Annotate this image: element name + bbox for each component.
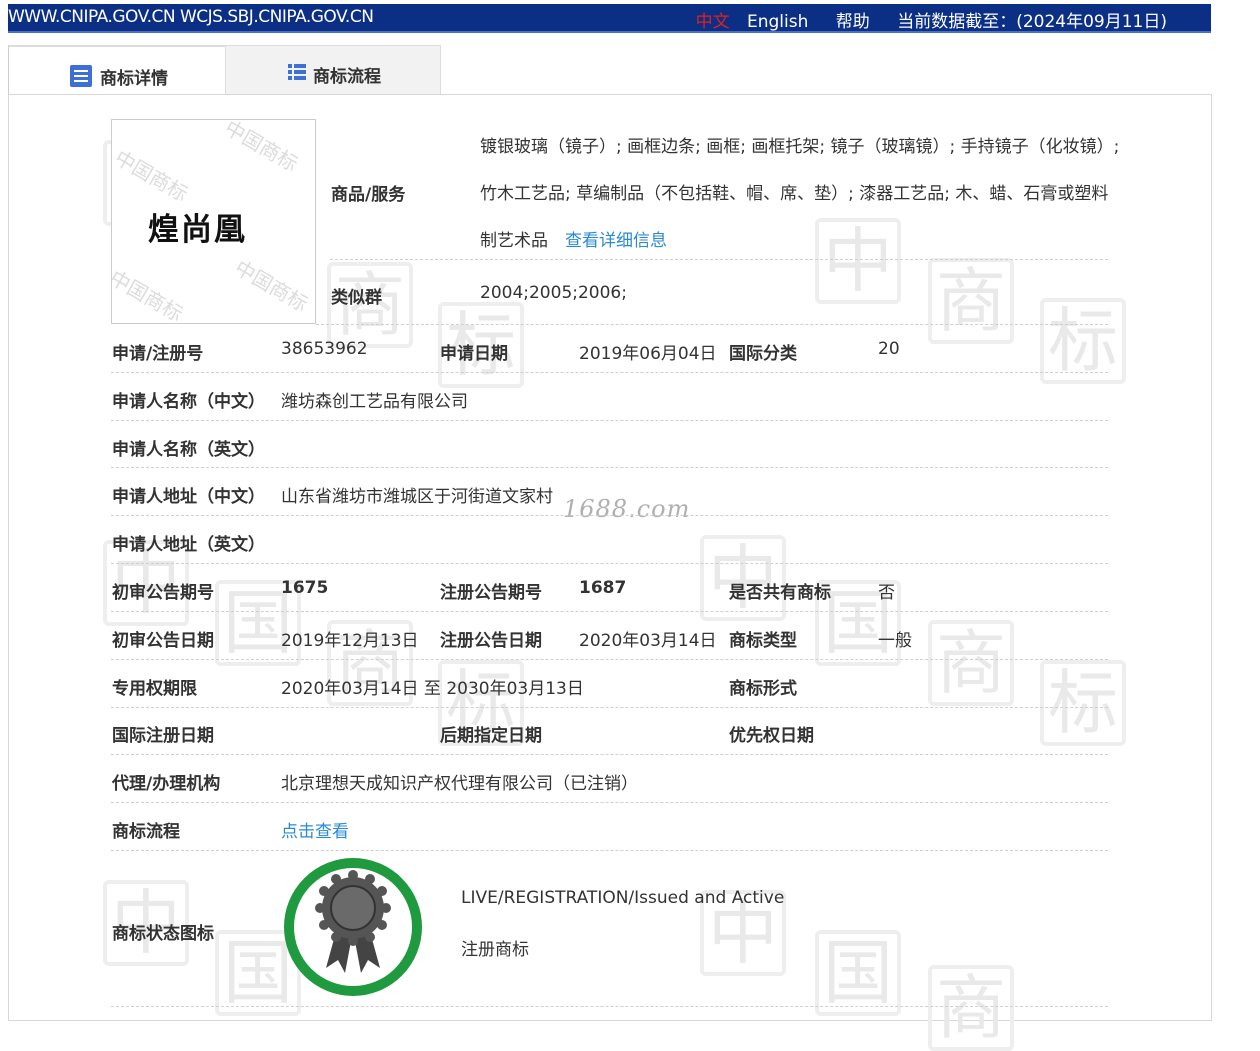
- data-as-of: 当前数据截至：(2024年09月11日): [897, 12, 1167, 32]
- divider: [111, 467, 1108, 468]
- similar-group-label: 类似群: [331, 288, 382, 308]
- divider: [111, 659, 1108, 660]
- site-watermark: 1688.com: [563, 495, 691, 523]
- goods-line-1: 镀银玻璃（镜子）; 画框边条; 画框; 画框托架; 镜子（玻璃镜）; 手持镜子（…: [480, 137, 1120, 157]
- status-cn: 注册商标: [461, 940, 529, 960]
- type-value: 一般: [878, 631, 912, 651]
- divider: [111, 754, 1108, 755]
- prelim-issue-label: 初审公告期号: [112, 583, 214, 603]
- tab-label: 商标流程: [313, 67, 381, 87]
- similar-group-value: 2004;2005;2006;: [480, 283, 627, 303]
- apply-date-label: 申请日期: [440, 344, 508, 364]
- tab-label: 商标详情: [100, 69, 168, 89]
- tab-trademark-detail[interactable]: 商标详情: [8, 45, 226, 95]
- help-link[interactable]: 帮助: [836, 12, 870, 32]
- shared-value: 否: [878, 583, 895, 603]
- later-designation-label: 后期指定日期: [440, 726, 542, 746]
- divider: [111, 515, 1108, 516]
- prelim-date-label: 初审公告日期: [112, 631, 214, 651]
- list-icon: [288, 64, 306, 80]
- top-bar: WWW.CNIPA.GOV.CN WCJS.SBJ.CNIPA.GOV.CN 中…: [8, 4, 1211, 33]
- status-en: LIVE/REGISTRATION/Issued and Active: [461, 888, 785, 908]
- divider: [111, 802, 1108, 803]
- applicant-cn-value: 潍坊森创工艺品有限公司: [281, 392, 468, 412]
- reg-date-value: 2020年03月14日: [579, 631, 717, 651]
- divider: [111, 611, 1108, 612]
- reg-no-value: 38653962: [281, 339, 368, 359]
- reg-issue-value: 1687: [579, 578, 627, 598]
- reg-date-label: 注册公告日期: [440, 631, 542, 651]
- lang-chinese-link[interactable]: 中文: [696, 12, 730, 32]
- agent-value: 北京理想天成知识产权代理有限公司（已注销）: [281, 774, 638, 794]
- prelim-issue-value: 1675: [281, 578, 329, 598]
- divider: [111, 850, 1108, 851]
- tab-trademark-process[interactable]: 商标流程: [225, 45, 441, 95]
- priority-label: 优先权日期: [729, 726, 814, 746]
- divider: [330, 259, 1108, 260]
- goods-line-2: 竹木工艺品; 草编制品（不包括鞋、帽、席、垫）; 漆器工艺品; 木、蜡、石膏或塑…: [480, 184, 1109, 204]
- reg-issue-label: 注册公告期号: [440, 583, 542, 603]
- shared-label: 是否共有商标: [729, 583, 831, 603]
- intl-reg-date-label: 国际注册日期: [112, 726, 214, 746]
- divider: [111, 1006, 1108, 1007]
- lang-english-link[interactable]: English: [747, 12, 808, 32]
- process-label: 商标流程: [112, 822, 180, 842]
- status-label: 商标状态图标: [112, 924, 214, 944]
- applicant-en-label: 申请人名称（英文）: [112, 440, 265, 460]
- reg-no-label: 申请/注册号: [112, 344, 204, 364]
- trademark-text: 煌尚凰: [148, 212, 247, 248]
- intl-class-label: 国际分类: [729, 344, 797, 364]
- exclusive-label: 专用权期限: [112, 679, 197, 699]
- site-domains: WWW.CNIPA.GOV.CN WCJS.SBJ.CNIPA.GOV.CN: [8, 7, 374, 27]
- goods-label: 商品/服务: [331, 185, 406, 205]
- list-detail-icon: [70, 65, 92, 87]
- intl-class-value: 20: [878, 339, 900, 359]
- divider: [111, 372, 1108, 373]
- divider: [316, 324, 1108, 325]
- type-label: 商标类型: [729, 631, 797, 651]
- registered-seal-icon: [284, 858, 422, 996]
- prelim-date-value: 2019年12月13日: [281, 631, 419, 651]
- applicant-cn-label: 申请人名称（中文）: [112, 392, 265, 412]
- process-view-link[interactable]: 点击查看: [281, 817, 349, 842]
- apply-date-value: 2019年06月04日: [579, 344, 717, 364]
- exclusive-value: 2020年03月14日 至 2030年03月13日: [281, 679, 584, 699]
- top-links: 中文 English 帮助 当前数据截至：(2024年09月11日): [676, 7, 1167, 32]
- view-detail-link[interactable]: 查看详细信息: [565, 226, 667, 251]
- form-label: 商标形式: [729, 679, 797, 699]
- address-en-label: 申请人地址（英文）: [112, 535, 265, 555]
- agent-label: 代理/办理机构: [112, 774, 221, 794]
- trademark-image: 中国商标 中国商标 中国商标 中国商标 煌尚凰: [111, 119, 316, 324]
- divider: [111, 563, 1108, 564]
- address-cn-label: 申请人地址（中文）: [112, 487, 265, 507]
- divider: [111, 420, 1108, 421]
- divider: [111, 707, 1108, 708]
- goods-line-3: 制艺术品: [480, 231, 548, 251]
- address-cn-value: 山东省潍坊市潍城区于河街道文家村: [281, 487, 553, 507]
